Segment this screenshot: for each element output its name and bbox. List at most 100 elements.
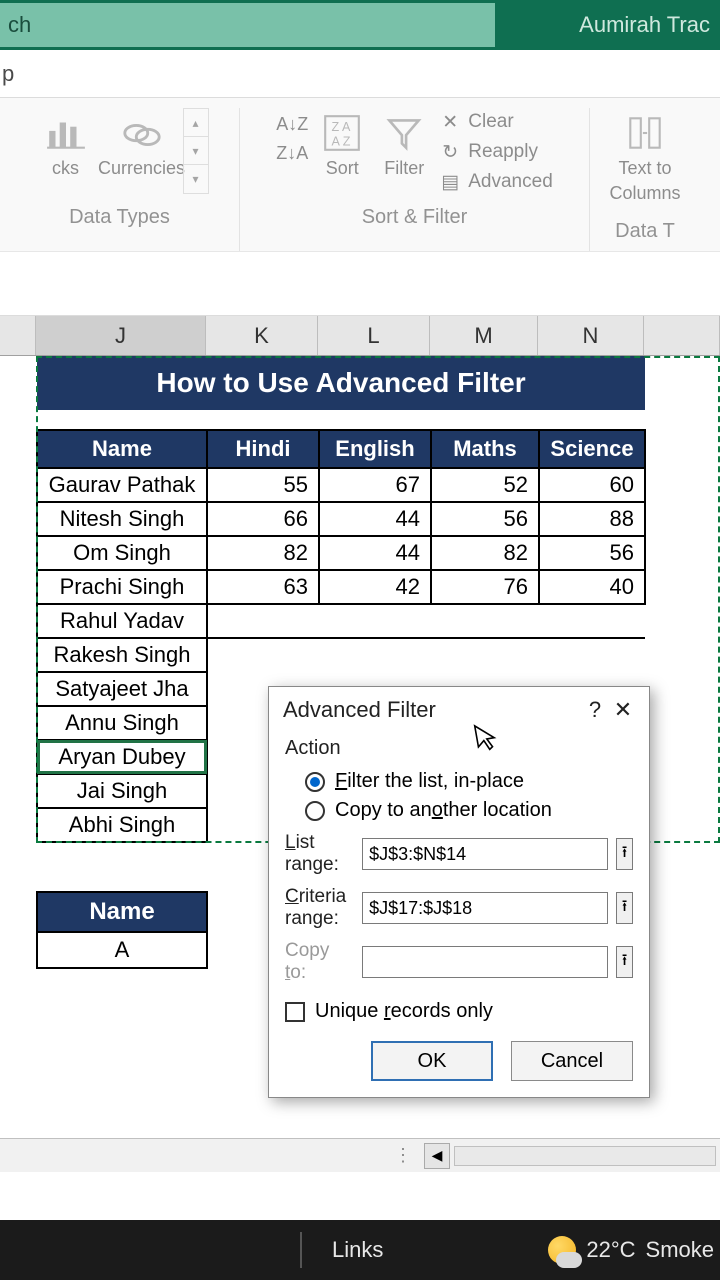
criteria-range-picker[interactable]: ⭱	[616, 892, 633, 924]
radio-copy-location[interactable]: Copy to another location	[305, 799, 633, 822]
unique-records-checkbox[interactable]: Unique records only	[285, 1000, 633, 1023]
reapply-label: Reapply	[468, 141, 538, 163]
list-range-input[interactable]	[362, 838, 608, 870]
reapply-icon: ↻	[438, 140, 462, 164]
sort-desc-button[interactable]: Z↓A	[276, 143, 308, 164]
clear-icon: ✕	[438, 110, 462, 134]
group-label-data-types: Data Types	[69, 194, 170, 237]
svg-text:Z A: Z A	[332, 120, 351, 134]
filter-label: Filter	[384, 158, 424, 179]
ok-button[interactable]: OK	[371, 1041, 493, 1081]
spinner-up-icon[interactable]: ▴	[184, 109, 208, 137]
weather-icon	[548, 1236, 576, 1264]
advanced-filter-dialog: Advanced Filter ? ✕ Action FFilter the l…	[268, 686, 650, 1098]
sheet-tab-overflow-icon[interactable]: ⋮	[0, 1145, 420, 1166]
stocks-label: cks	[52, 158, 79, 179]
column-headers[interactable]: J K L M N	[0, 316, 720, 356]
ribbon: cks Currencies ▴ ▾ ▾ Data Types	[0, 98, 720, 252]
radio-filter-inplace[interactable]: FFilter the list, in-placeilter the list…	[305, 770, 633, 793]
checkbox-icon	[285, 1002, 305, 1022]
th-name: Name	[37, 430, 207, 468]
th-english: English	[319, 430, 431, 468]
scrollbar-track[interactable]	[454, 1146, 716, 1166]
dialog-help-button[interactable]: ?	[581, 697, 609, 723]
group-label-data-tools: Data T	[615, 208, 675, 251]
table-row: Om Singh82448256	[37, 536, 645, 570]
criteria-header[interactable]: Name	[37, 892, 207, 932]
th-maths: Maths	[431, 430, 539, 468]
weather-cond: Smoke	[646, 1237, 714, 1263]
dialog-action-label: Action	[285, 737, 633, 760]
weather-temp: 22°C	[586, 1237, 635, 1263]
sort-desc-icon: Z↓A	[276, 143, 308, 164]
table-row: Prachi Singh63427640	[37, 570, 645, 604]
title-right-text: Aumirah Trac	[495, 12, 720, 38]
name-box-text: p	[2, 61, 14, 87]
criteria-value[interactable]: A	[37, 932, 207, 968]
table-row: Gaurav Pathak55675260	[37, 468, 645, 502]
sort-label: Sort	[326, 158, 359, 179]
cancel-button[interactable]: Cancel	[511, 1041, 633, 1081]
radio-icon	[305, 772, 325, 792]
clear-label: Clear	[468, 111, 513, 133]
taskbar-links[interactable]: Links	[320, 1237, 383, 1263]
advanced-label: Advanced	[468, 171, 553, 193]
spinner-down-icon[interactable]: ▾	[184, 137, 208, 165]
text-to-columns-button[interactable]: Text to Columns	[610, 108, 680, 208]
copy-to-label: Copy to:	[285, 940, 354, 984]
sort-asc-icon: A↓Z	[276, 114, 308, 135]
gallery-spinner[interactable]: ▴ ▾ ▾	[183, 108, 209, 194]
table-row: Rahul Yadav	[37, 604, 645, 638]
list-range-label: List range:	[285, 832, 354, 876]
reapply-button[interactable]: ↻ Reapply	[438, 140, 553, 164]
text-to-columns-label2: Columns	[609, 183, 680, 204]
name-box-row: p	[0, 50, 720, 98]
criteria-range-label: Criteria range:	[285, 886, 354, 930]
text-to-columns-label1: Text to	[618, 158, 671, 179]
currencies-label: Currencies	[98, 158, 185, 179]
copy-to-picker[interactable]: ⭱	[616, 946, 633, 978]
criteria-range-input[interactable]	[362, 892, 608, 924]
sort-button[interactable]: Z AA Z Sort	[314, 108, 370, 183]
th-hindi: Hindi	[207, 430, 319, 468]
formula-bar-area[interactable]	[0, 252, 720, 316]
col-header-J[interactable]: J	[36, 316, 206, 355]
radio-copy-label: Copy to another location	[335, 799, 552, 822]
group-label-sort-filter: Sort & Filter	[362, 194, 468, 237]
copy-to-input	[362, 946, 608, 978]
clear-button[interactable]: ✕ Clear	[438, 110, 553, 134]
currencies-icon	[121, 112, 163, 154]
col-header-K[interactable]: K	[206, 316, 318, 355]
radio-inplace-label: FFilter the list, in-placeilter the list…	[335, 770, 524, 793]
horizontal-scrollbar[interactable]: ⋮ ◀	[0, 1138, 720, 1172]
list-range-picker[interactable]: ⭱	[616, 838, 633, 870]
table-row: Rakesh Singh	[37, 638, 645, 672]
filter-button[interactable]: Filter	[376, 108, 432, 183]
sort-icon: Z AA Z	[321, 112, 363, 154]
taskbar: Links 22°C Smoke	[0, 1220, 720, 1280]
taskbar-weather[interactable]: 22°C Smoke	[548, 1236, 720, 1264]
advanced-icon: ▤	[438, 170, 462, 194]
banner-title: How to Use Advanced Filter	[37, 356, 645, 410]
col-header-M[interactable]: M	[430, 316, 538, 355]
currencies-button[interactable]: Currencies	[107, 108, 177, 183]
radio-icon	[305, 801, 325, 821]
col-header-L[interactable]: L	[318, 316, 430, 355]
unique-records-label: Unique records only	[315, 1000, 493, 1023]
stocks-button[interactable]: cks	[31, 108, 101, 183]
dialog-close-button[interactable]: ✕	[609, 697, 637, 723]
dialog-title: Advanced Filter	[283, 697, 581, 723]
advanced-button[interactable]: ▤ Advanced	[438, 170, 553, 194]
filter-icon	[383, 112, 425, 154]
search-box[interactable]: ch	[0, 3, 495, 47]
th-science: Science	[539, 430, 645, 468]
col-header-N[interactable]: N	[538, 316, 644, 355]
stocks-icon	[45, 112, 87, 154]
scroll-left-button[interactable]: ◀	[424, 1143, 450, 1169]
text-to-columns-icon	[624, 112, 666, 154]
title-bar: ch Aumirah Trac	[0, 0, 720, 50]
sort-asc-button[interactable]: A↓Z	[276, 114, 308, 135]
spinner-more-icon[interactable]: ▾	[184, 165, 208, 193]
table-row: Nitesh Singh66445688	[37, 502, 645, 536]
svg-text:A Z: A Z	[332, 135, 351, 149]
